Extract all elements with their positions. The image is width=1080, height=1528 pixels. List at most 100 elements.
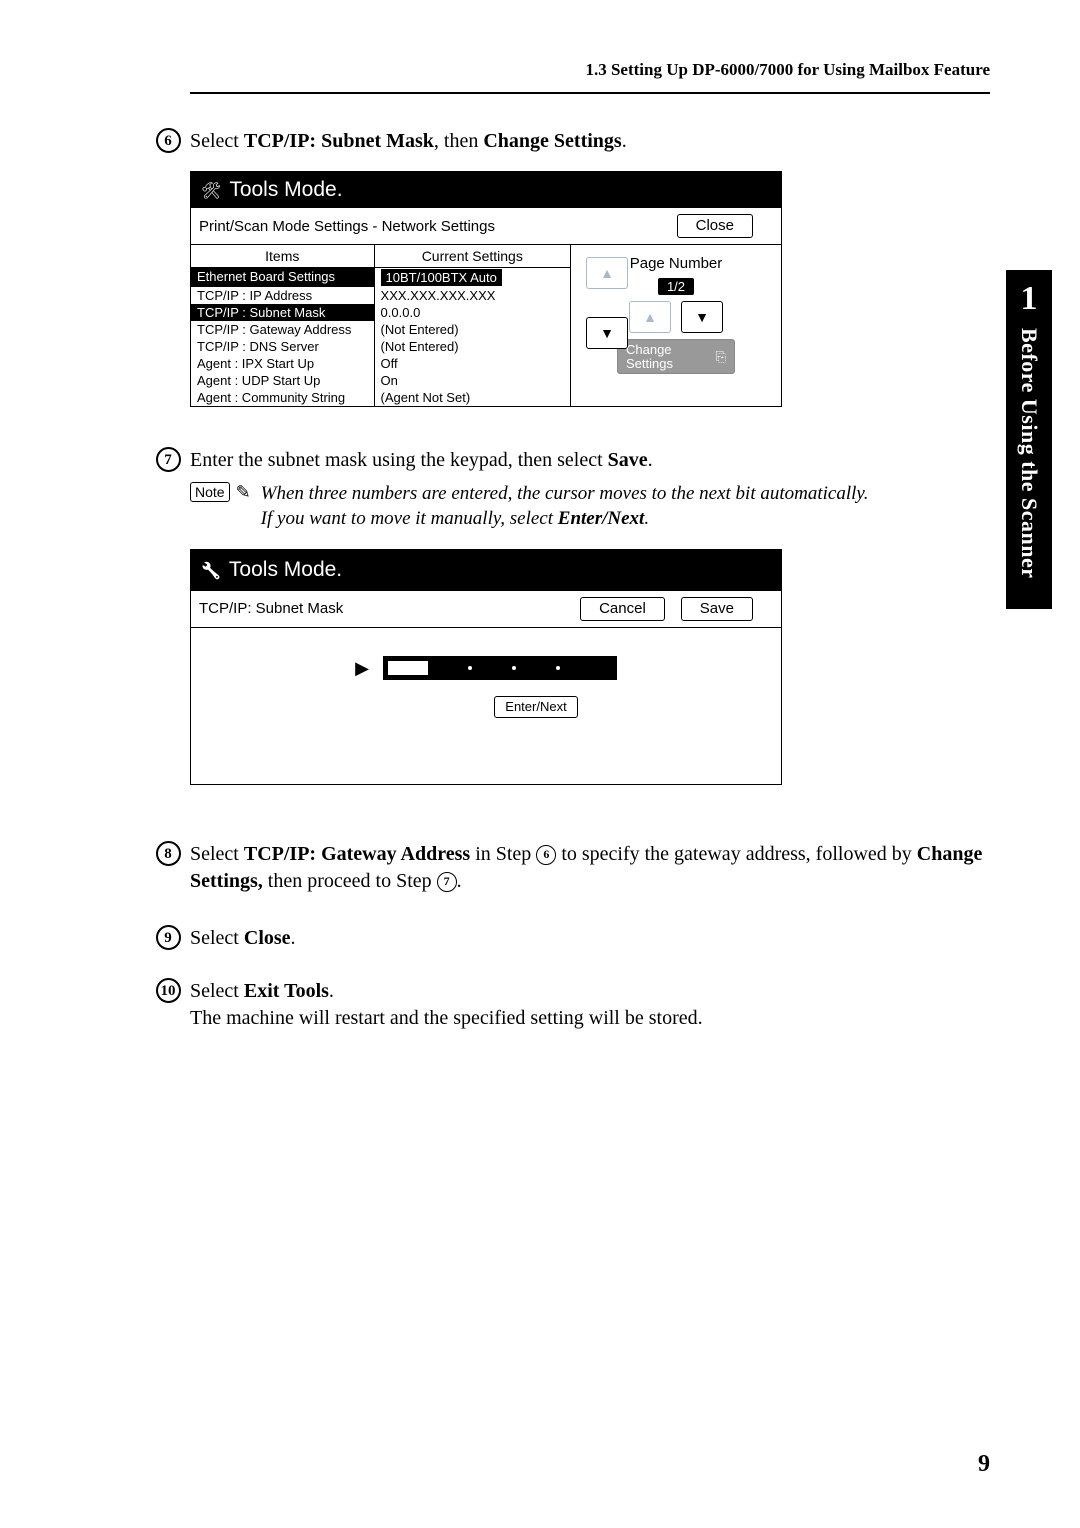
screen-title: Tools Mode. xyxy=(229,178,342,202)
txt: . xyxy=(648,449,653,471)
table-row[interactable]: Agent : IPX Start UpOff xyxy=(191,355,570,372)
step-8: 8 Select TCP/IP: Gateway Address in Step… xyxy=(190,841,990,895)
chapter-number: 1 xyxy=(1006,280,1052,318)
txt: . xyxy=(329,980,334,1002)
row-item: TCP/IP : DNS Server xyxy=(191,338,375,355)
row-item: TCP/IP : IP Address xyxy=(191,287,375,304)
ip-seg-active[interactable] xyxy=(388,661,428,675)
chapter-tab: 1 Before Using the Scanner xyxy=(1006,270,1052,609)
dot-icon xyxy=(512,666,516,670)
settings-table: Items Current Settings Ethernet Board Se… xyxy=(191,245,571,406)
step-number: 6 xyxy=(156,128,181,153)
txt: . xyxy=(622,130,627,152)
page-number: 9 xyxy=(978,1451,990,1478)
chapter-title: Before Using the Scanner xyxy=(1016,328,1042,579)
row-item: Agent : IPX Start Up xyxy=(191,355,375,372)
note-text: When three numbers are entered, the curs… xyxy=(261,482,990,531)
screen-subheader: Print/Scan Mode Settings - Network Setti… xyxy=(191,208,781,245)
list-scroll-arrows: ▲ ▼ xyxy=(586,257,628,349)
table-rows: Ethernet Board Settings10BT/100BTX AutoT… xyxy=(191,268,570,406)
row-value: (Agent Not Set) xyxy=(375,389,570,406)
txt: The machine will restart and the specifi… xyxy=(190,1007,703,1029)
txt: If you want to move it manually, select xyxy=(261,508,558,529)
list-down-button[interactable]: ▼ xyxy=(586,317,628,349)
note-icon xyxy=(236,482,251,502)
txt-bold: Enter/Next xyxy=(558,508,645,529)
step-number: 9 xyxy=(156,925,181,950)
row-value: XXX.XXX.XXX.XXX xyxy=(375,287,570,304)
page-next-button[interactable]: ▼ xyxy=(681,301,723,333)
page-indicator: 1/2 xyxy=(658,278,694,295)
enter-next-row: Enter/Next xyxy=(203,696,769,718)
screen-body: ▶ Enter/Next xyxy=(191,628,781,784)
tools-icon xyxy=(201,556,221,584)
ip-field[interactable] xyxy=(383,656,617,680)
step-marker: 6 xyxy=(146,128,190,153)
step-text: Enter the subnet mask using the keypad, … xyxy=(190,447,990,825)
step-text: Select TCP/IP: Gateway Address in Step 6… xyxy=(190,841,990,895)
field-label: TCP/IP: Subnet Mask xyxy=(199,599,580,619)
row-item: TCP/IP : Gateway Address xyxy=(191,321,375,338)
page-arrows: ▲ ▼ xyxy=(629,301,723,333)
step-marker: 9 xyxy=(146,925,190,950)
save-button[interactable]: Save xyxy=(681,597,753,621)
txt: . xyxy=(457,870,462,892)
step-number: 7 xyxy=(156,447,181,472)
row-value: On xyxy=(375,372,570,389)
enter-next-button[interactable]: Enter/Next xyxy=(494,696,577,718)
note: Note When three numbers are entered, the… xyxy=(190,482,990,531)
row-value: Off xyxy=(375,355,570,372)
row-item: Agent : UDP Start Up xyxy=(191,372,375,389)
txt: , then xyxy=(434,130,483,152)
screen-subnet-mask: Tools Mode. TCP/IP: Subnet Mask Cancel S… xyxy=(190,549,782,784)
row-item: Agent : Community String xyxy=(191,389,375,406)
table-row[interactable]: TCP/IP : IP AddressXXX.XXX.XXX.XXX xyxy=(191,287,570,304)
screen-subheader: TCP/IP: Subnet Mask Cancel Save xyxy=(191,591,781,628)
step-marker: 10 xyxy=(146,978,190,1003)
screen-titlebar: Tools Mode. xyxy=(191,172,781,208)
page-prev-button[interactable]: ▲ xyxy=(629,301,671,333)
txt: Enter the subnet mask using the keypad, … xyxy=(190,449,608,471)
txt: Select xyxy=(190,980,244,1002)
step-text: Select Close. xyxy=(190,925,990,952)
txt: When three numbers are entered, the curs… xyxy=(261,483,869,504)
txt: then proceed to Step xyxy=(263,870,437,892)
row-item: TCP/IP : Subnet Mask xyxy=(191,304,375,321)
screen-body: Items Current Settings Ethernet Board Se… xyxy=(191,245,781,406)
col-current: Current Settings xyxy=(375,245,570,267)
txt: in Step xyxy=(470,843,536,865)
txt-bold: TCP/IP: Gateway Address xyxy=(244,843,470,865)
section-header: 1.3 Setting Up DP-6000/7000 for Using Ma… xyxy=(190,60,990,94)
table-row[interactable]: Ethernet Board Settings10BT/100BTX Auto xyxy=(191,268,570,287)
table-row[interactable]: TCP/IP : DNS Server(Not Entered) xyxy=(191,338,570,355)
step-10: 10 Select Exit Tools. The machine will r… xyxy=(190,978,990,1032)
dot-icon xyxy=(556,666,560,670)
step-6: 6 Select TCP/IP: Subnet Mask, then Chang… xyxy=(190,128,990,155)
txt-bold: Change Settings xyxy=(483,130,621,152)
step-marker: 7 xyxy=(146,447,190,472)
table-header: Items Current Settings xyxy=(191,245,570,268)
screen-network-settings: Tools Mode. Print/Scan Mode Settings - N… xyxy=(190,171,782,407)
col-items: Items xyxy=(191,245,375,267)
breadcrumb: Print/Scan Mode Settings - Network Setti… xyxy=(199,218,677,235)
txt-bold: Save xyxy=(608,449,648,471)
table-row[interactable]: TCP/IP : Gateway Address(Not Entered) xyxy=(191,321,570,338)
row-item: Ethernet Board Settings xyxy=(191,268,375,287)
step-text: Select TCP/IP: Subnet Mask, then Change … xyxy=(190,128,990,155)
change-settings-button[interactable]: ChangeSettings ⎘ xyxy=(617,339,735,374)
note-badge: Note xyxy=(190,482,230,502)
row-value: 10BT/100BTX Auto xyxy=(375,268,570,287)
step-number: 8 xyxy=(156,841,181,866)
txt: Select xyxy=(190,927,244,949)
table-row[interactable]: Agent : UDP Start UpOn xyxy=(191,372,570,389)
txt-bold: Close xyxy=(244,927,291,949)
close-button[interactable]: Close xyxy=(677,214,753,238)
cancel-button[interactable]: Cancel xyxy=(580,597,665,621)
list-up-button[interactable]: ▲ xyxy=(586,257,628,289)
dot-icon xyxy=(468,666,472,670)
txt-bold: Exit Tools xyxy=(244,980,329,1002)
tools-icon xyxy=(201,178,221,202)
table-row[interactable]: Agent : Community String(Agent Not Set) xyxy=(191,389,570,406)
table-row[interactable]: TCP/IP : Subnet Mask0.0.0.0 xyxy=(191,304,570,321)
row-value: (Not Entered) xyxy=(375,338,570,355)
